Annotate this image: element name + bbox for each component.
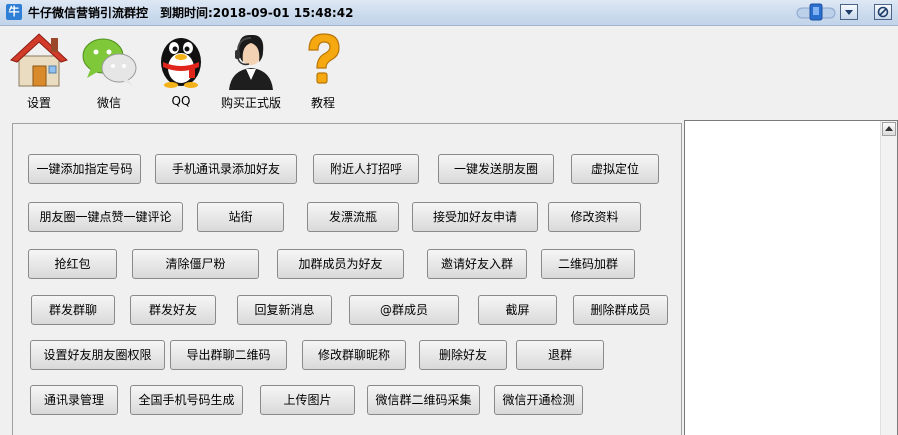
broadcast-friends-button[interactable]: 群发好友 xyxy=(130,295,216,325)
delete-group-members-button[interactable]: 删除群成员 xyxy=(573,295,668,325)
log-textarea[interactable] xyxy=(684,120,898,435)
toolbar-buy[interactable]: 购买正式版 xyxy=(216,28,286,114)
edit-profile-button[interactable]: 修改资料 xyxy=(548,202,641,232)
house-icon xyxy=(10,33,68,87)
toolbar-tutorial[interactable]: 教程 xyxy=(288,28,358,114)
drift-bottle-button[interactable]: 发漂流瓶 xyxy=(307,202,399,232)
accept-friend-request-button[interactable]: 接受加好友申请 xyxy=(412,202,538,232)
clear-zombie-fans-button[interactable]: 清除僵尸粉 xyxy=(132,249,259,279)
add-contacts-friends-button[interactable]: 手机通讯录添加好友 xyxy=(155,154,297,184)
send-moments-button[interactable]: 一键发送朋友圈 xyxy=(438,154,554,184)
add-group-members-button[interactable]: 加群成员为好友 xyxy=(277,249,404,279)
close-icon xyxy=(877,6,889,18)
screenshot-button[interactable]: 截屏 xyxy=(478,295,557,325)
collect-group-qrcode-button[interactable]: 微信群二维码采集 xyxy=(367,385,480,415)
toolbar-label: 教程 xyxy=(310,96,335,110)
tray-icon[interactable] xyxy=(796,2,836,22)
add-specified-number-button[interactable]: 一键添加指定号码 xyxy=(28,154,141,184)
reply-new-messages-button[interactable]: 回复新消息 xyxy=(237,295,332,325)
qrcode-join-group-button[interactable]: 二维码加群 xyxy=(541,249,635,279)
scroll-up-button[interactable] xyxy=(882,122,896,136)
wechat-activation-check-button[interactable]: 微信开通检测 xyxy=(494,385,583,415)
app-logo-icon: 牛 xyxy=(6,4,22,20)
generate-phone-numbers-button[interactable]: 全国手机号码生成 xyxy=(130,385,243,415)
upload-image-button[interactable]: 上传图片 xyxy=(260,385,355,415)
quit-group-button[interactable]: 退群 xyxy=(516,340,604,370)
function-panel: 一键添加指定号码 手机通讯录添加好友 附近人打招呼 一键发送朋友圈 虚拟定位 朋… xyxy=(12,123,682,435)
contacts-management-button[interactable]: 通讯录管理 xyxy=(30,385,118,415)
qq-penguin-icon xyxy=(161,38,201,88)
moments-like-comment-button[interactable]: 朋友圈一键点赞一键评论 xyxy=(28,202,183,232)
question-mark-icon xyxy=(308,33,340,84)
toolbar-label: 购买正式版 xyxy=(220,96,281,110)
street-button[interactable]: 站街 xyxy=(197,202,284,232)
toolbar-qq[interactable]: QQ xyxy=(146,28,216,114)
virtual-location-button[interactable]: 虚拟定位 xyxy=(571,154,659,184)
invite-friends-group-button[interactable]: 邀请好友入群 xyxy=(427,249,527,279)
customer-service-icon xyxy=(229,34,273,90)
expire-time: 到期时间:2018-09-01 15:48:42 xyxy=(160,6,354,20)
toolbar: 设置 微信 QQ 购买正式版 教程 xyxy=(0,26,898,118)
friend-moments-permission-button[interactable]: 设置好友朋友圈权限 xyxy=(30,340,165,370)
wechat-icon xyxy=(82,38,137,86)
minimize-button[interactable] xyxy=(840,4,858,20)
toolbar-label: QQ xyxy=(171,94,191,108)
nearby-greet-button[interactable]: 附近人打招呼 xyxy=(313,154,419,184)
delete-friends-button[interactable]: 删除好友 xyxy=(419,340,507,370)
grab-red-packet-button[interactable]: 抢红包 xyxy=(28,249,117,279)
toolbar-wechat[interactable]: 微信 xyxy=(74,28,144,114)
mention-group-members-button[interactable]: @群成员 xyxy=(349,295,459,325)
toolbar-settings[interactable]: 设置 xyxy=(4,28,74,114)
export-group-qrcode-button[interactable]: 导出群聊二维码 xyxy=(170,340,287,370)
title-bar: 牛 牛仔微信营销引流群控 到期时间:2018-09-01 15:48:42 xyxy=(0,0,898,26)
vertical-scrollbar[interactable] xyxy=(880,121,897,435)
toolbar-label: 微信 xyxy=(96,96,121,110)
close-button[interactable] xyxy=(874,4,892,20)
arrow-up-icon xyxy=(885,126,893,131)
edit-group-nickname-button[interactable]: 修改群聊昵称 xyxy=(302,340,406,370)
minimize-icon xyxy=(845,10,853,15)
toolbar-label: 设置 xyxy=(26,96,51,110)
window-title: 牛仔微信营销引流群控 xyxy=(28,6,149,20)
group-broadcast-chat-button[interactable]: 群发群聊 xyxy=(31,295,115,325)
